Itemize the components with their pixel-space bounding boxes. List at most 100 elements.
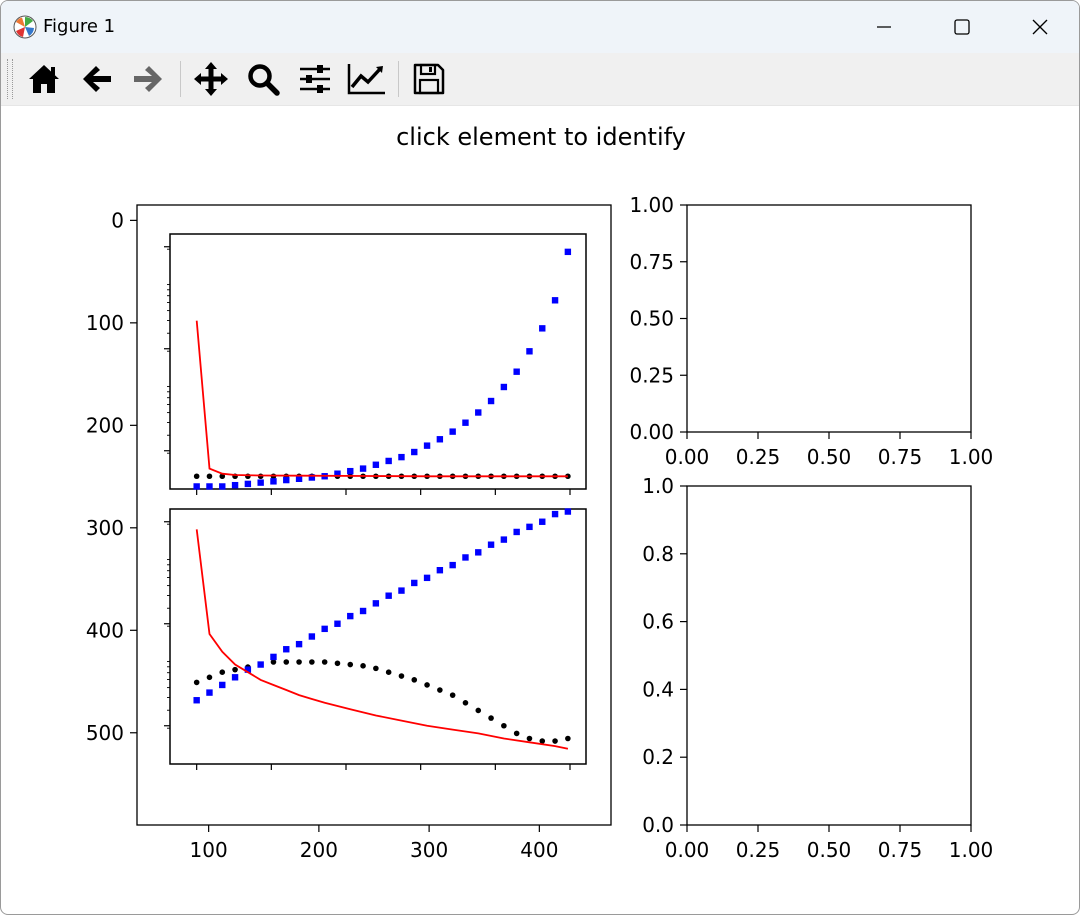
inset-bottom-square-point: [295, 640, 303, 648]
inset-bottom-dot-point: [437, 687, 443, 693]
big-x-tick-label: 300: [410, 838, 448, 862]
axes-top-right-x-tick-label: 0.75: [878, 445, 923, 469]
edit-axes-button[interactable]: [345, 57, 389, 101]
inset-top-frame[interactable]: [169, 233, 587, 490]
inset-bottom-square-point: [475, 549, 482, 556]
minimize-button[interactable]: [845, 1, 923, 53]
inset-bottom-square-point: [436, 567, 444, 574]
big-y-tick-label: 500: [86, 721, 124, 745]
inset-top-square-point: [551, 297, 559, 304]
inset-bottom-dot-point: [501, 722, 507, 729]
inset-top-square-point: [513, 368, 520, 375]
big-y-tick-label: 300: [86, 516, 124, 540]
axes-bottom-right-y-tick-label: 0.6: [642, 610, 674, 634]
inset-bottom-dot-point: [526, 735, 533, 742]
move-icon: [194, 62, 228, 96]
inset-top-square-point: [539, 325, 546, 332]
axes-top-right-y-tick-label: 0.75: [629, 250, 674, 274]
title-bar[interactable]: Figure 1: [1, 1, 1079, 53]
inset-top-square-point: [283, 476, 290, 484]
figure-canvas[interactable]: click element to identify 100 200 300 400 0 1…: [1, 105, 1079, 914]
inset-bottom-square-point: [526, 523, 533, 531]
axes-top-right-x-tick-label: 0.50: [807, 445, 852, 469]
inset-bottom-dot-point: [424, 682, 430, 688]
inset-bottom-square-point: [385, 592, 392, 599]
inset-bottom-square-point: [423, 574, 431, 582]
inset-bottom-square-point: [193, 697, 200, 704]
inset-bottom-dot-point: [488, 715, 494, 721]
figure-window: Figure 1 click element to identify 100 2…: [0, 0, 1080, 915]
figure[interactable]: click element to identify 100 200 300 400 0 1…: [1, 105, 1079, 914]
toolbar-grip[interactable]: [7, 59, 13, 99]
sliders-icon: [300, 65, 330, 93]
inset-top-square-point: [359, 465, 367, 472]
pan-button[interactable]: [189, 57, 233, 101]
inset-bottom-dot-point: [296, 659, 302, 665]
inset-bottom-square-point: [334, 620, 341, 627]
inset-bottom-square-point: [257, 661, 264, 668]
inset-bottom-dot-point: [462, 700, 469, 706]
inset-bottom-dot-point: [334, 660, 341, 667]
inset-bottom-square-point: [564, 508, 572, 515]
inset-bottom-square-point: [359, 607, 367, 615]
back-button[interactable]: [75, 57, 119, 101]
inset-top-dot-point: [206, 473, 213, 480]
inset-bottom-dot-point: [206, 674, 213, 681]
inset-bottom-square-point: [219, 681, 226, 689]
toolbar-separator: [398, 61, 399, 97]
inset-bottom-square-point: [539, 518, 546, 525]
big-x-tick-label: 200: [300, 838, 338, 862]
maximize-icon: [954, 19, 970, 35]
inset-bottom-dot-point: [373, 665, 379, 672]
inset-bottom-square-point: [398, 587, 405, 594]
inset-bottom-dot-point: [219, 669, 226, 675]
axes-bottom-right-x-tick-label: 0.75: [878, 838, 923, 862]
inset-top-square-point: [487, 397, 495, 405]
inset-bottom-dot-point: [565, 735, 571, 742]
minimize-icon: [877, 26, 891, 28]
subplots-button[interactable]: [293, 57, 337, 101]
big-y-tick-label: 200: [86, 413, 124, 437]
zoom-button[interactable]: [241, 57, 285, 101]
axes-top-right-y-tick-label: 1.00: [629, 193, 674, 217]
maximize-button[interactable]: [923, 1, 1001, 53]
inset-bottom-dot-point: [385, 669, 392, 675]
inset-top-square-point: [193, 483, 200, 490]
arrow-left-icon: [83, 66, 111, 92]
inset-top-square-point: [564, 248, 572, 256]
toolbar-separator: [180, 61, 181, 97]
axes-bottom-right-x-tick-label: 0.25: [736, 838, 781, 862]
inset-bottom-square-point: [551, 510, 559, 518]
save-button[interactable]: [407, 57, 451, 101]
home-button[interactable]: [22, 57, 66, 101]
inset-top-square-point: [347, 467, 354, 475]
close-button[interactable]: [1001, 1, 1079, 53]
inset-bottom-dot-point: [552, 738, 558, 744]
inset-bottom-square-point: [206, 689, 213, 696]
inset-bottom-dot-point: [360, 663, 366, 669]
close-icon: [1032, 19, 1048, 35]
big-x-tick-label: 400: [520, 838, 558, 862]
inset-bottom-square-point: [372, 600, 380, 607]
inset-top-square-point: [500, 383, 508, 391]
floppy-disk-icon: [413, 63, 445, 95]
inset-bottom-dot-point: [475, 707, 482, 714]
axes-bottom-right-frame[interactable]: [686, 485, 972, 826]
axes-top-right-frame[interactable]: [686, 204, 972, 433]
inset-bottom-square-point: [308, 633, 316, 640]
axes-top-right-y-tick-label: 0.00: [629, 420, 674, 444]
inset-bottom-dot-point: [513, 730, 520, 737]
axes-bottom-right-y-tick-label: 0.8: [642, 542, 674, 566]
figure-suptitle[interactable]: click element to identify: [396, 123, 686, 151]
window-title: Figure 1: [43, 16, 116, 37]
inset-bottom-square-point: [462, 554, 469, 561]
inset-bottom-square-point: [411, 579, 418, 587]
inset-bottom-dot-point: [193, 679, 200, 686]
axes-bottom-right-y-tick-label: 0.0: [642, 813, 674, 837]
inset-bottom-frame[interactable]: [169, 508, 587, 765]
inset-top-square-point: [436, 436, 444, 443]
inset-bottom-square-point: [270, 653, 277, 661]
forward-button[interactable]: [126, 57, 170, 101]
inset-top-square-point: [449, 428, 456, 435]
axes-bottom-right-y-tick-label: 0.2: [642, 745, 674, 769]
